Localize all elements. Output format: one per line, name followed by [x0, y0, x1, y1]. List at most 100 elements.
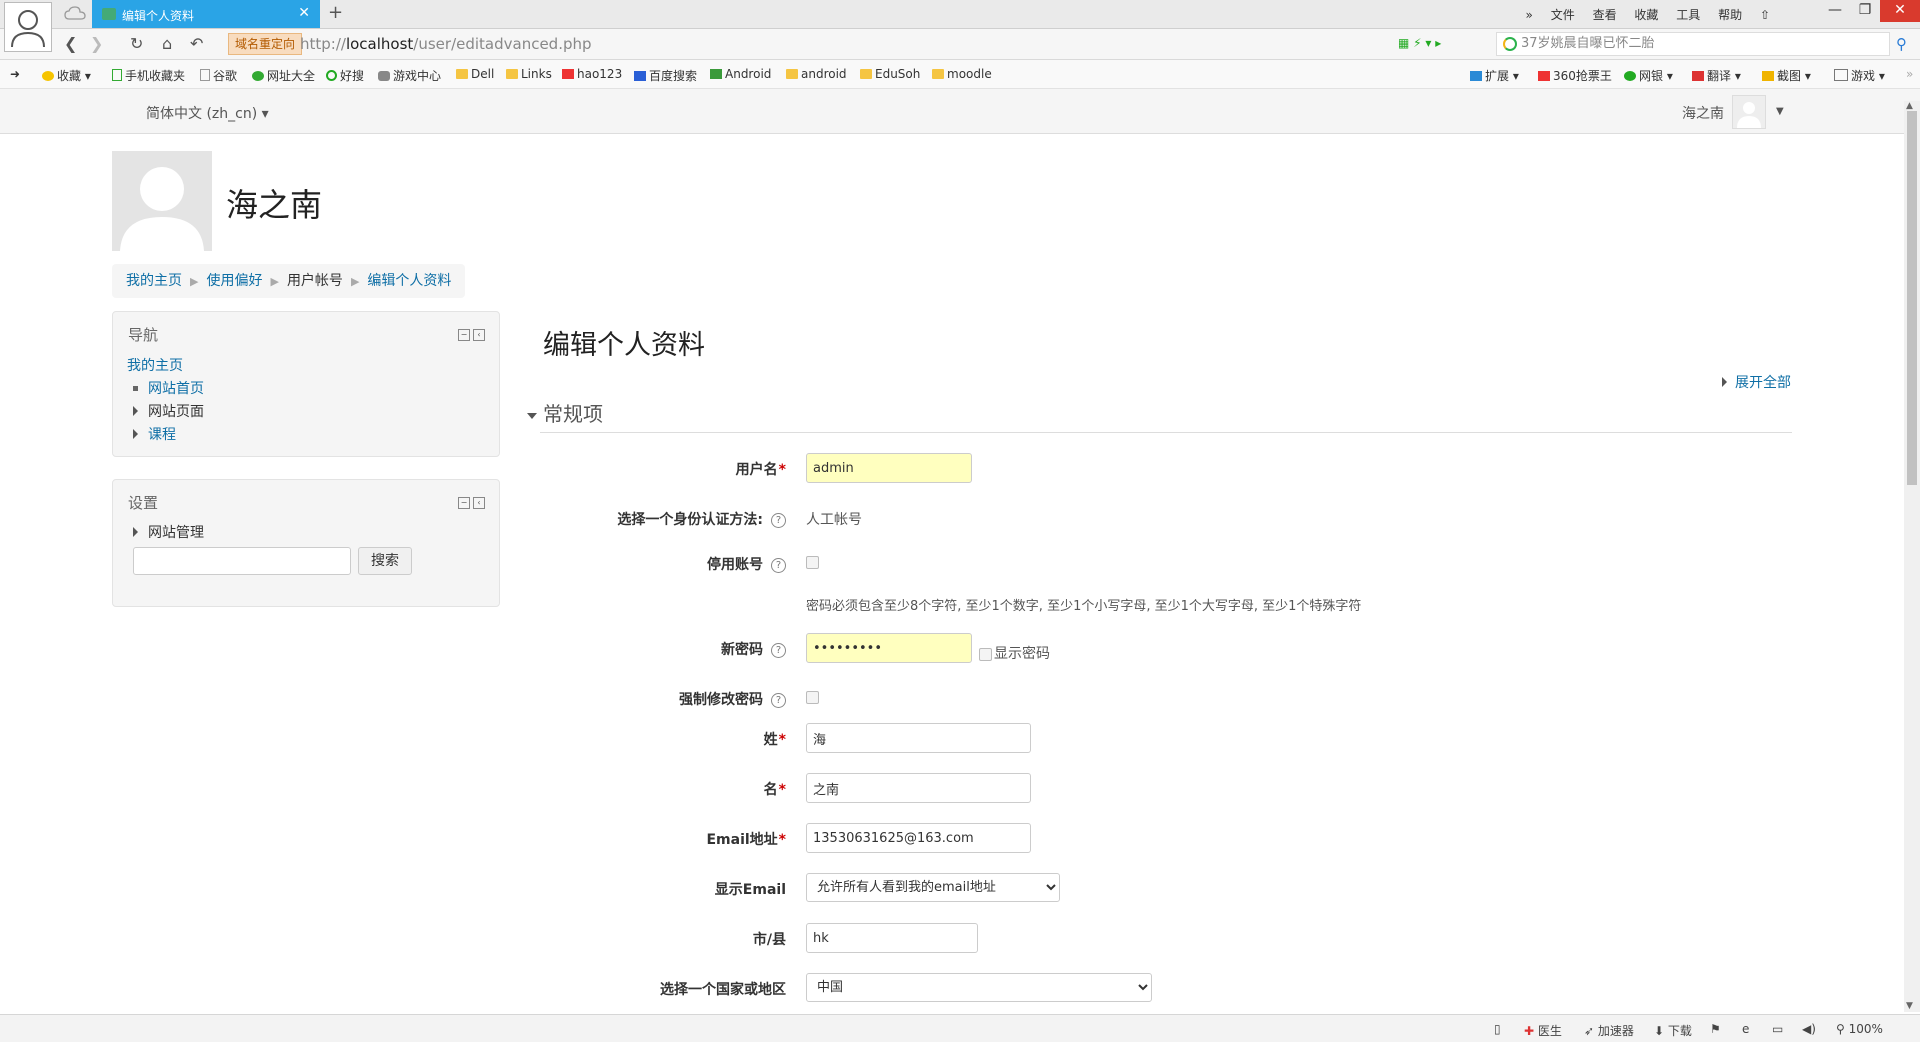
lastname-input[interactable] [806, 723, 1031, 753]
status-doctor[interactable]: ✚ 医生 [1524, 1022, 1562, 1039]
status-ie-icon[interactable]: e [1742, 1022, 1749, 1036]
show-password-checkbox[interactable] [979, 648, 992, 661]
new-password-input[interactable] [806, 633, 972, 663]
restore-icon[interactable]: ❐ [1850, 0, 1880, 22]
minimize-icon[interactable]: — [1820, 0, 1850, 22]
auth-method-value: 人工帐号 [806, 512, 862, 528]
url-field[interactable]: http://localhost/user/editadvanced.php [300, 33, 1440, 55]
help-icon[interactable]: ? [771, 643, 786, 658]
breadcrumb-preferences[interactable]: 使用偏好 [206, 273, 262, 289]
search-icon[interactable]: ⚲ [1896, 35, 1907, 53]
forward-icon[interactable]: ❯ [90, 34, 103, 53]
email-input[interactable] [806, 823, 1031, 853]
bookmark-hao123[interactable]: hao123 [562, 67, 622, 81]
status-screen-icon[interactable]: ▭ [1772, 1022, 1783, 1036]
bookmark-favorites[interactable]: 收藏 ▾ [42, 67, 91, 84]
folder-icon [860, 69, 872, 79]
nav-my-home[interactable]: 我的主页 [127, 355, 183, 375]
help-icon[interactable]: ? [771, 558, 786, 573]
browser-user-avatar[interactable] [4, 2, 52, 52]
help-icon[interactable]: ? [771, 693, 786, 708]
undo-icon[interactable]: ↶ [190, 34, 203, 53]
status-accelerator[interactable]: ➶ 加速器 [1584, 1022, 1634, 1039]
user-menu-caret-icon[interactable]: ▼ [1776, 106, 1784, 117]
bookmark-moodle[interactable]: moodle [932, 67, 992, 81]
collapse-icon[interactable]: − [458, 329, 470, 341]
more-icon[interactable]: » [1906, 67, 1913, 81]
breadcrumb-edit-profile[interactable]: 编辑个人资料 [367, 273, 451, 289]
bookmark-edusoh[interactable]: EduSoh [860, 67, 920, 81]
bookmark-android[interactable]: Android [710, 67, 771, 81]
country-select[interactable]: 中国 [806, 973, 1152, 1002]
user-avatar[interactable] [1732, 95, 1766, 129]
ticket-button[interactable]: 360抢票王 [1538, 67, 1612, 84]
dock-icon[interactable]: ‹ [473, 497, 485, 509]
back-icon[interactable]: ❮ [64, 34, 77, 53]
settings-site-admin[interactable]: 网站管理 [133, 522, 204, 542]
scrollbar-thumb[interactable] [1907, 111, 1917, 485]
scroll-down-icon[interactable]: ▼ [1906, 1001, 1913, 1011]
url-tools-icons[interactable]: ▦ ⚡ ▾ ▸ [1398, 36, 1441, 50]
home-icon[interactable]: ⌂ [162, 34, 172, 53]
close-window-icon[interactable]: ✕ [1880, 0, 1920, 22]
extensions-button[interactable]: 扩展 ▾ [1470, 67, 1519, 84]
screenshot-button[interactable]: 截图 ▾ [1762, 67, 1811, 84]
close-tab-icon[interactable]: ✕ [298, 5, 310, 21]
upload-icon[interactable]: ⇧ [1760, 8, 1770, 22]
settings-search-input[interactable] [133, 547, 351, 575]
expand-all-link[interactable]: 展开全部 [1722, 372, 1791, 392]
force-password-change-checkbox[interactable] [806, 691, 819, 704]
display-email-select[interactable]: 允许所有人看到我的email地址 [806, 873, 1060, 902]
menu-view[interactable]: 查看 [1593, 8, 1617, 22]
bookmark-android-folder[interactable]: android [786, 67, 847, 81]
menu-favorites[interactable]: 收藏 [1634, 8, 1658, 22]
folder-icon [506, 69, 518, 79]
language-menu[interactable]: 简体中文 (zh_cn) ▾ [146, 103, 269, 123]
haosou-icon [326, 70, 337, 81]
section-general-header[interactable]: 常规项 [527, 398, 603, 427]
bookmark-games[interactable]: 游戏中心 [378, 67, 441, 84]
scroll-up-icon[interactable]: ▲ [1906, 101, 1913, 111]
help-icon[interactable]: ? [771, 513, 786, 528]
dock-icon[interactable]: ‹ [473, 329, 485, 341]
menu-file[interactable]: 文件 [1551, 8, 1575, 22]
status-flag-icon[interactable]: ⚑ [1710, 1022, 1721, 1036]
bookmark-links[interactable]: Links [506, 67, 552, 81]
bookmark-google[interactable]: 谷歌 [200, 67, 237, 84]
city-input[interactable] [806, 923, 978, 953]
games-button[interactable]: 游戏 ▾ [1834, 67, 1885, 84]
bookmark-haosou[interactable]: 好搜 [326, 67, 364, 84]
collapse-icon[interactable]: − [458, 497, 470, 509]
bookmark-mobile[interactable]: 手机收藏夹 [112, 67, 185, 84]
status-volume-icon[interactable]: ◀) [1802, 1022, 1816, 1036]
tab-title: 编辑个人资料 [122, 9, 195, 23]
sidebar-toggle-icon[interactable]: ➜ [10, 67, 20, 81]
firstname-input[interactable] [806, 773, 1031, 803]
status-zoom[interactable]: ⚲ 100% [1836, 1022, 1883, 1036]
menu-more[interactable]: » [1526, 8, 1533, 22]
mobile-icon[interactable]: ▯ [1494, 1022, 1501, 1036]
breadcrumb-home[interactable]: 我的主页 [126, 273, 182, 289]
tab-edit-profile[interactable]: 编辑个人资料 ✕ [92, 0, 320, 28]
bookmark-urls[interactable]: 网址大全 [252, 67, 315, 84]
suspend-checkbox[interactable] [806, 556, 819, 569]
bookmark-baidu[interactable]: 百度搜索 [634, 67, 697, 84]
menu-tools[interactable]: 工具 [1676, 8, 1700, 22]
nav-site-pages[interactable]: 网站页面 [133, 401, 204, 421]
menu-help[interactable]: 帮助 [1718, 8, 1742, 22]
nav-courses[interactable]: 课程 [133, 424, 176, 444]
status-download[interactable]: ⬇ 下载 [1654, 1022, 1692, 1039]
redirect-badge[interactable]: 域名重定向 [228, 33, 303, 55]
username-input[interactable] [806, 453, 972, 483]
translate-button[interactable]: 翻译 ▾ [1692, 67, 1741, 84]
settings-search-button[interactable]: 搜索 [358, 547, 412, 575]
refresh-icon[interactable]: ↻ [130, 34, 143, 53]
browser-search-input[interactable]: 37岁姚晨自曝已怀二胎 [1496, 32, 1890, 56]
show-password-label[interactable]: 显示密码 [994, 643, 1050, 663]
cloud-icon[interactable] [64, 5, 86, 23]
bookmark-dell[interactable]: Dell [456, 67, 494, 81]
bank-button[interactable]: 网银 ▾ [1624, 67, 1673, 84]
user-menu-name[interactable]: 海之南 [1682, 103, 1724, 123]
new-tab-button[interactable]: + [328, 2, 343, 23]
nav-site-home[interactable]: 网站首页 [133, 378, 204, 398]
